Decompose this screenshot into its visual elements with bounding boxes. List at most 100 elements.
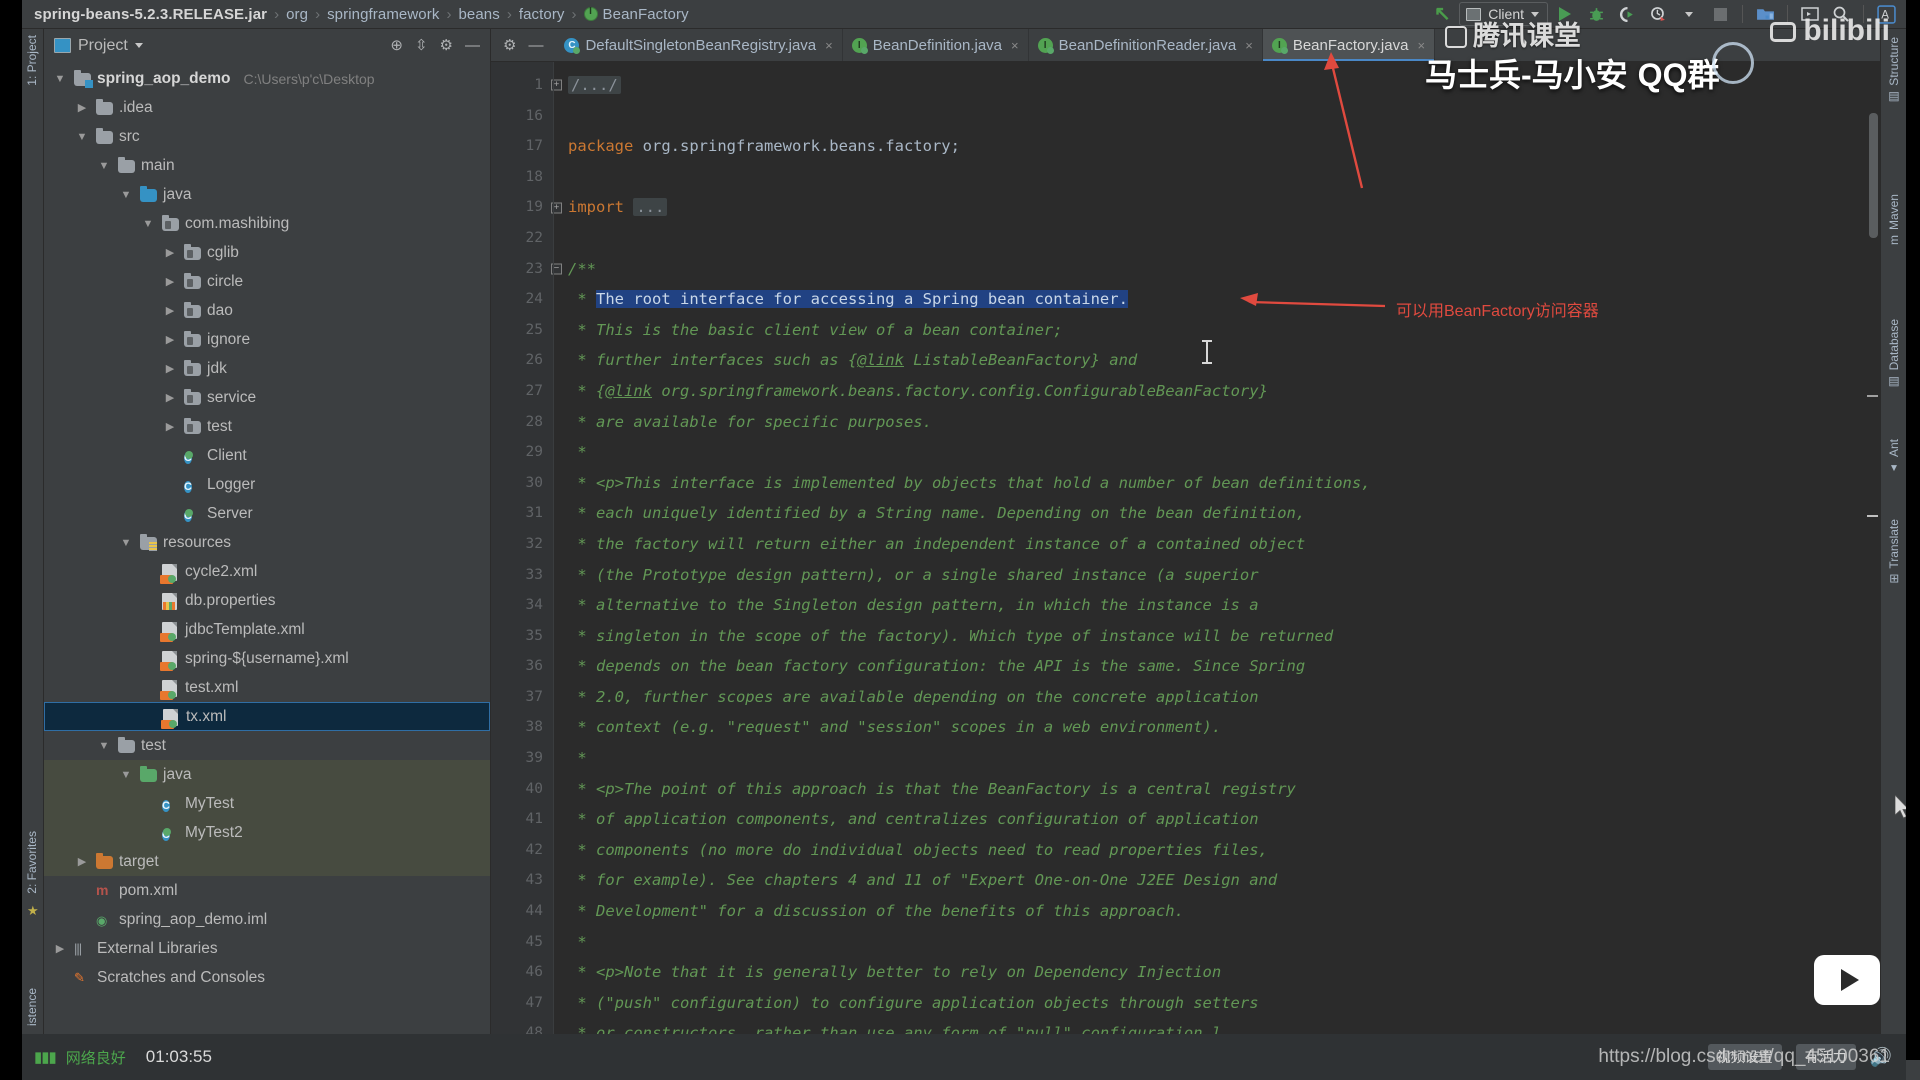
settings-icon[interactable]: ⚙	[440, 38, 453, 53]
rail-item-project[interactable]: 1: Project	[25, 35, 39, 86]
code-content[interactable]: /.../ package org.springframework.beans.f…	[553, 62, 1880, 1034]
tree-node-cglib[interactable]: ▶ cglib	[44, 238, 490, 267]
expand-arrow-right-icon[interactable]: ▶	[74, 101, 90, 114]
expand-arrow-right-icon[interactable]: ▶	[52, 942, 68, 955]
editor-scrollbar[interactable]	[1866, 95, 1880, 1034]
tree-node-main[interactable]: ▼ main	[44, 151, 490, 180]
tree-node-service[interactable]: ▶ service	[44, 383, 490, 412]
breadcrumb-item-beans[interactable]: beans	[458, 6, 499, 23]
editor-tab-defaultsingletonbeanregistry[interactable]: C DefaultSingletonBeanRegistry.java ×	[555, 29, 843, 61]
breadcrumb-item-factory[interactable]: factory	[519, 6, 565, 23]
line-number-gutter[interactable]: 1 + 16 17 18 19 + 22 23− 24 25 26 27 28 29 30 31 32 33 34 35…	[491, 62, 562, 1041]
rail-item-persistence[interactable]: istence	[25, 988, 39, 1026]
expand-arrow-down-icon[interactable]: ▼	[74, 131, 90, 143]
debug-icon[interactable]	[1582, 1, 1610, 27]
close-icon[interactable]: ×	[1245, 38, 1253, 53]
tree-node-client[interactable]: ▶ C Client	[44, 441, 490, 470]
tree-node-spring-aop-demo-iml[interactable]: ▶ ◉ spring_aop_demo.iml	[44, 905, 490, 934]
expand-arrow-right-icon[interactable]: ▶	[162, 246, 178, 259]
scrollbar-thumb[interactable]	[1869, 113, 1878, 238]
tree-node-test-xml[interactable]: ▶ test.xml	[44, 673, 490, 702]
collapse-all-icon[interactable]: ⇳	[415, 38, 428, 53]
breadcrumb-item-springframework[interactable]: springframework	[327, 6, 439, 23]
expand-arrow-right-icon[interactable]: ▶	[162, 362, 178, 375]
hide-editor-icon[interactable]: —	[528, 37, 543, 54]
rail-item-ant[interactable]: ▴ Ant	[1887, 439, 1901, 476]
expand-arrow-down-icon[interactable]: ▼	[96, 160, 112, 172]
chevron-down-icon[interactable]	[1675, 1, 1703, 27]
editor-tab-beanfactory[interactable]: I BeanFactory.java ×	[1262, 29, 1436, 61]
tree-node-db-properties[interactable]: ▶ db.properties	[44, 586, 490, 615]
expand-arrow-down-icon[interactable]: ▼	[118, 537, 134, 549]
expand-arrow-right-icon[interactable]: ▶	[162, 420, 178, 433]
expand-arrow-right-icon[interactable]: ▶	[162, 391, 178, 404]
expand-arrow-right-icon[interactable]: ▶	[162, 275, 178, 288]
interface-icon	[583, 6, 598, 21]
tree-node-test[interactable]: ▼ test	[44, 731, 490, 760]
profiler-icon[interactable]	[1644, 1, 1672, 27]
editor-tab-beandefinitionreader[interactable]: I BeanDefinitionReader.java ×	[1029, 29, 1263, 61]
run-with-coverage-icon[interactable]	[1613, 1, 1641, 27]
tree-node-mytest[interactable]: ▶ C MyTest	[44, 789, 490, 818]
code-line: * are available for specific purposes.	[568, 407, 1880, 438]
rail-item-translate[interactable]: ⊞ Translate	[1887, 519, 1901, 584]
interface-icon: I	[1271, 37, 1288, 54]
tree-node-server[interactable]: ▶ C Server	[44, 499, 490, 528]
properties-file-icon	[162, 593, 177, 610]
editor-tab-beandefinition[interactable]: I BeanDefinition.java ×	[843, 29, 1029, 61]
package-icon	[162, 215, 179, 231]
tree-node-idea[interactable]: ▶ .idea	[44, 93, 490, 122]
expand-arrow-down-icon[interactable]: ▼	[118, 769, 134, 781]
tree-node-mytest2[interactable]: ▶ C MyTest2	[44, 818, 490, 847]
line-number: 27	[525, 382, 543, 399]
tree-node-target[interactable]: ▶ target	[44, 847, 490, 876]
code-token: *	[568, 749, 587, 768]
expand-arrow-right-icon[interactable]: ▶	[74, 855, 90, 868]
locate-icon[interactable]: ⊕	[390, 38, 403, 53]
tree-node-cycle2-xml[interactable]: ▶ cycle2.xml	[44, 557, 490, 586]
rail-item-favorites[interactable]: 2: Favorites	[25, 831, 39, 894]
settings-gear-icon[interactable]: ⚙	[503, 36, 516, 54]
breadcrumb-item-jar[interactable]: spring-beans-5.2.3.RELEASE.jar	[34, 6, 267, 23]
rail-item-database[interactable]: ▤ Database	[1887, 319, 1901, 389]
close-icon[interactable]: ×	[1417, 38, 1425, 53]
hide-icon[interactable]: —	[465, 38, 480, 53]
expand-arrow-right-icon[interactable]: ▶	[162, 333, 178, 346]
expand-arrow-down-icon[interactable]: ▼	[96, 740, 112, 752]
xml-file-icon	[160, 680, 177, 700]
tree-node-com-mashibing[interactable]: ▼ com.mashibing	[44, 209, 490, 238]
tree-node-circle[interactable]: ▶ circle	[44, 267, 490, 296]
tree-node-java[interactable]: ▼ java	[44, 760, 490, 789]
tree-node-src[interactable]: ▼ src	[44, 122, 490, 151]
folded-region[interactable]: /.../	[568, 76, 621, 94]
tree-node-tx-xml[interactable]: ▶ tx.xml	[44, 702, 490, 731]
expand-arrow-down-icon[interactable]: ▼	[140, 218, 156, 230]
close-icon[interactable]: ×	[825, 38, 833, 53]
expand-arrow-down-icon[interactable]: ▼	[52, 73, 68, 85]
close-icon[interactable]: ×	[1011, 38, 1019, 53]
breadcrumb-item-org[interactable]: org	[286, 6, 308, 23]
tree-node-java[interactable]: ▼ java	[44, 180, 490, 209]
stop-icon[interactable]	[1706, 1, 1734, 27]
tree-node-logger[interactable]: ▶ C Logger	[44, 470, 490, 499]
tree-node-test[interactable]: ▶ test	[44, 412, 490, 441]
tree-node-jdk[interactable]: ▶ jdk	[44, 354, 490, 383]
expand-arrow-down-icon[interactable]: ▼	[118, 189, 134, 201]
tree-node-spring-aop-demo[interactable]: ▼ spring_aop_demo C:\Users\p'c\Desktop	[44, 64, 490, 93]
chevron-down-icon[interactable]	[134, 43, 143, 48]
maven-pom-icon: m	[96, 882, 109, 898]
rail-item-maven[interactable]: m Maven	[1887, 194, 1901, 245]
tree-node-scratches-and-consoles[interactable]: ▶ ✎ Scratches and Consoles	[44, 963, 490, 992]
tree-node-spring-username-xml[interactable]: ▶ spring-${username}.xml	[44, 644, 490, 673]
letterbox-right	[1906, 0, 1920, 1060]
breadcrumb-item-beanfactory[interactable]: BeanFactory	[583, 6, 689, 23]
tree-node-dao[interactable]: ▶ dao	[44, 296, 490, 325]
tree-node-jdbctemplate-xml[interactable]: ▶ jdbcTemplate.xml	[44, 615, 490, 644]
expand-arrow-right-icon[interactable]: ▶	[162, 304, 178, 317]
tree-node-ignore[interactable]: ▶ ignore	[44, 325, 490, 354]
tree-indent-spacer: ▶	[140, 681, 156, 694]
tree-node-pom-xml[interactable]: ▶ m pom.xml	[44, 876, 490, 905]
tree-node-resources[interactable]: ▼ resources	[44, 528, 490, 557]
folded-region[interactable]: ...	[633, 198, 668, 217]
tree-node-external-libraries[interactable]: ▶ ||| External Libraries	[44, 934, 490, 963]
